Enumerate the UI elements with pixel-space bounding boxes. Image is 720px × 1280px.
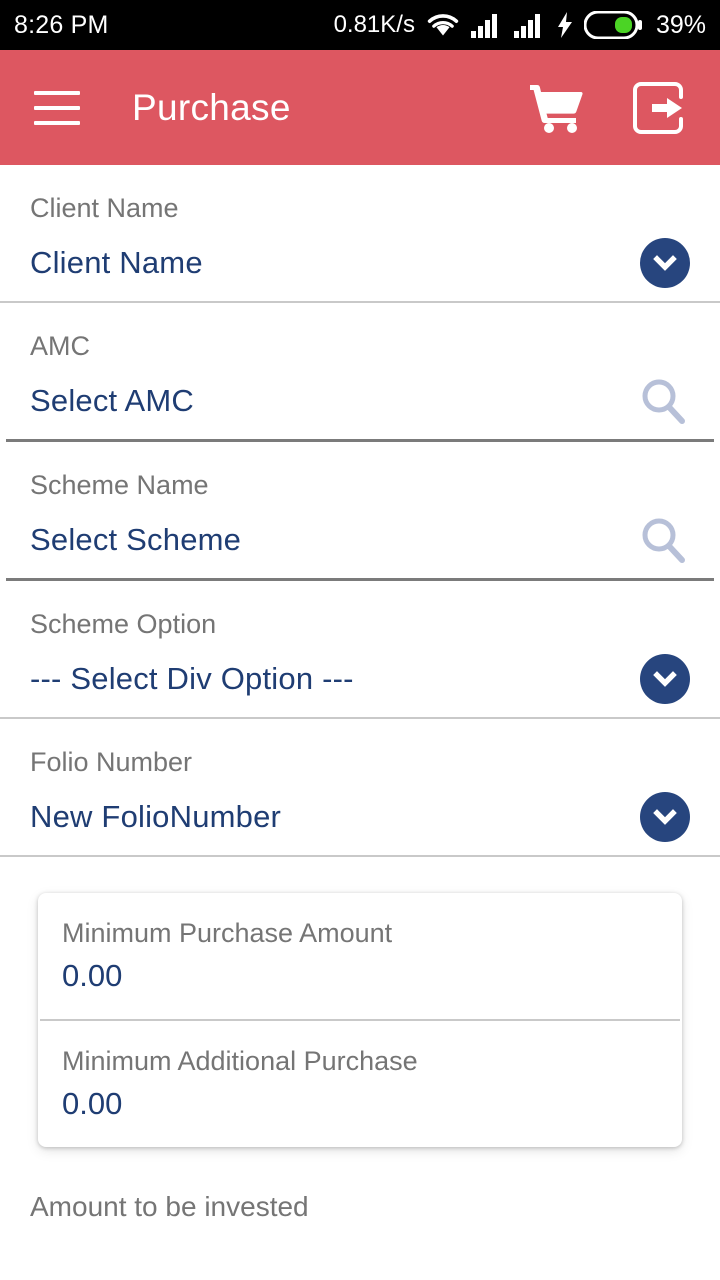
field-trailing[interactable] — [630, 792, 690, 842]
minimum-amounts-card: Minimum Purchase Amount 0.00 Minimum Add… — [38, 893, 682, 1147]
page-title: Purchase — [132, 86, 291, 128]
field-row[interactable]: Select AMC — [30, 363, 690, 439]
card-row-value: 0.00 — [62, 1086, 123, 1121]
chevron-down-icon[interactable] — [640, 654, 690, 704]
field-label: Scheme Name — [30, 470, 209, 500]
battery-percent-text: 39% — [655, 10, 706, 39]
search-icon[interactable] — [636, 513, 690, 567]
field-value: Select Scheme — [30, 522, 242, 557]
field-row[interactable]: Select Scheme — [30, 502, 690, 578]
field-row[interactable]: New FolioNumber — [30, 779, 690, 855]
field-value: Select AMC — [30, 383, 194, 418]
battery-icon — [583, 11, 642, 39]
minimum-additional-purchase-row: Minimum Additional Purchase 0.00 — [38, 1021, 682, 1147]
field-scheme-option[interactable]: Scheme Option --- Select Div Option --- — [0, 581, 720, 717]
status-bar: 8:26 PM 0.81K/s 39% — [0, 0, 720, 50]
app-bar: Purchase — [0, 50, 720, 165]
charging-bolt-icon — [557, 12, 573, 38]
status-bar-indicators: 0.81K/s 39% — [334, 11, 706, 40]
field-row[interactable]: --- Select Div Option --- — [30, 641, 690, 717]
chevron-down-icon[interactable] — [640, 238, 690, 288]
field-label: Scheme Option — [30, 609, 217, 639]
app-bar-actions — [528, 81, 694, 135]
field-label: AMC — [30, 331, 90, 361]
field-value: --- Select Div Option --- — [30, 661, 354, 696]
status-bar-time: 8:26 PM — [14, 10, 109, 39]
network-speed-text: 0.81K/s — [333, 11, 415, 38]
search-icon[interactable] — [636, 374, 690, 428]
field-amount-to-be-invested[interactable]: Amount to be invested — [0, 1147, 720, 1223]
field-amc[interactable]: AMC Select AMC — [0, 303, 720, 439]
card-row-label: Minimum Additional Purchase — [62, 1046, 418, 1076]
hamburger-menu-icon[interactable] — [34, 90, 80, 125]
card-row-label: Minimum Purchase Amount — [62, 918, 393, 948]
card-row-value: 0.00 — [62, 958, 123, 993]
wifi-icon — [426, 12, 460, 38]
signal-bars-icon — [513, 12, 546, 38]
purchase-form: Client Name Client Name AMC Select AMC S… — [0, 165, 720, 857]
field-value: New FolioNumber — [30, 799, 282, 834]
field-trailing[interactable] — [630, 513, 690, 567]
field-row[interactable]: Client Name — [30, 225, 690, 301]
signal-bars-icon — [470, 12, 503, 38]
field-trailing[interactable] — [630, 654, 690, 704]
shopping-cart-icon[interactable] — [528, 82, 584, 134]
field-label: Folio Number — [30, 747, 193, 777]
chevron-down-icon[interactable] — [640, 792, 690, 842]
field-scheme-name[interactable]: Scheme Name Select Scheme — [0, 442, 720, 578]
field-folio-number[interactable]: Folio Number New FolioNumber — [0, 719, 720, 855]
field-label: Client Name — [30, 193, 179, 223]
field-trailing[interactable] — [630, 374, 690, 428]
field-client-name[interactable]: Client Name Client Name — [0, 165, 720, 301]
field-label: Amount to be invested — [30, 1191, 309, 1222]
minimum-purchase-amount-row: Minimum Purchase Amount 0.00 — [38, 893, 682, 1019]
minimum-amounts-section: Minimum Purchase Amount 0.00 Minimum Add… — [0, 857, 720, 1147]
field-trailing[interactable] — [630, 238, 690, 288]
logout-icon[interactable] — [632, 81, 684, 135]
field-value: Client Name — [30, 245, 203, 280]
